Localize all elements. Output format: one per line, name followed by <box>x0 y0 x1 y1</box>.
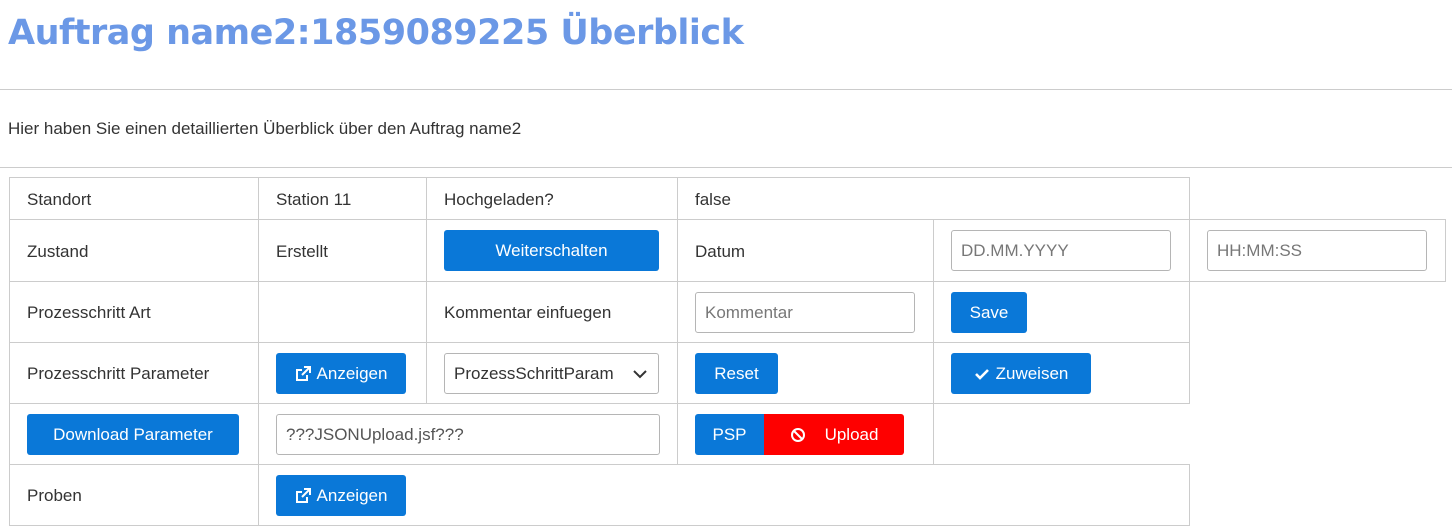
ban-icon <box>790 427 806 443</box>
table-cell: Prozesschritt Art <box>9 281 259 343</box>
json-upload-input[interactable] <box>276 414 660 455</box>
parameter-select-value: ProzessSchrittParam <box>454 363 614 383</box>
assign-button[interactable]: Zuweisen <box>951 353 1091 394</box>
uploaded-value: false <box>695 190 731 209</box>
divider-bottom <box>0 167 1452 168</box>
table-cell: Zuweisen <box>933 342 1190 404</box>
table-cell: Kommentar einfuegen <box>426 281 678 343</box>
table-cell: PSP Upload <box>677 403 934 465</box>
table-cell <box>933 219 1190 282</box>
prozessschritt-art-label: Prozesschritt Art <box>27 303 151 322</box>
upload-label: Upload <box>824 424 879 444</box>
table-cell <box>258 281 427 343</box>
upload-button[interactable]: Upload <box>764 414 904 455</box>
parameter-show-label: Anzeigen <box>316 363 388 383</box>
zustand-label: Zustand <box>27 242 89 261</box>
external-link-icon <box>295 365 311 382</box>
save-button[interactable]: Save <box>951 292 1027 333</box>
psp-button[interactable]: PSP <box>695 414 764 455</box>
table-cell: Proben <box>9 464 259 526</box>
table-cell <box>1189 219 1446 282</box>
comment-input[interactable] <box>695 292 915 333</box>
proben-show-label: Anzeigen <box>316 485 388 505</box>
standort-label: Standort <box>27 190 92 209</box>
divider-top <box>0 89 1452 90</box>
proben-label: Proben <box>27 486 82 505</box>
prozessschritt-parameter-label: Prozesschritt Parameter <box>27 364 210 383</box>
table-cell: Zustand <box>9 219 259 282</box>
weiterschalten-button[interactable]: Weiterschalten <box>444 230 659 271</box>
uploaded-label: Hochgeladen? <box>444 190 554 209</box>
table-cell: Station 11 <box>258 177 427 220</box>
table-cell: Erstellt <box>258 219 427 282</box>
zustand-value: Erstellt <box>276 242 328 261</box>
table-cell: Prozesschritt Parameter <box>9 342 259 404</box>
date-input[interactable] <box>951 230 1171 271</box>
page-description: Hier haben Sie einen detaillierten Überb… <box>8 119 522 138</box>
proben-show-button[interactable]: Anzeigen <box>276 475 406 516</box>
download-parameter-button[interactable]: Download Parameter <box>27 414 239 455</box>
assign-label: Zuweisen <box>995 363 1069 383</box>
table-cell <box>677 281 934 343</box>
parameter-show-button[interactable]: Anzeigen <box>276 353 406 394</box>
table-cell: Standort <box>9 177 259 220</box>
table-cell: Weiterschalten <box>426 219 678 282</box>
standort-value: Station 11 <box>276 190 352 209</box>
datum-label: Datum <box>695 242 746 261</box>
table-cell: Download Parameter <box>9 403 259 465</box>
comment-label: Kommentar einfuegen <box>444 303 612 322</box>
table-cell: Hochgeladen? <box>426 177 678 220</box>
reset-button[interactable]: Reset <box>695 353 778 394</box>
time-input[interactable] <box>1207 230 1427 271</box>
check-icon <box>974 366 990 382</box>
table-cell <box>258 403 678 465</box>
chevron-down-icon <box>632 366 648 387</box>
page-title: Auftrag name2:1859089225 Überblick <box>8 13 744 53</box>
table-cell: Datum <box>677 219 934 282</box>
table-cell: Anzeigen <box>258 342 427 404</box>
table-cell: Save <box>933 281 1190 343</box>
table-cell: Reset <box>677 342 934 404</box>
table-cell: Anzeigen <box>258 464 1190 526</box>
table-cell: ProzessSchrittParam <box>426 342 678 404</box>
external-link-icon <box>295 487 311 504</box>
table-cell: false <box>677 177 1190 220</box>
parameter-select[interactable]: ProzessSchrittParam <box>444 353 659 394</box>
